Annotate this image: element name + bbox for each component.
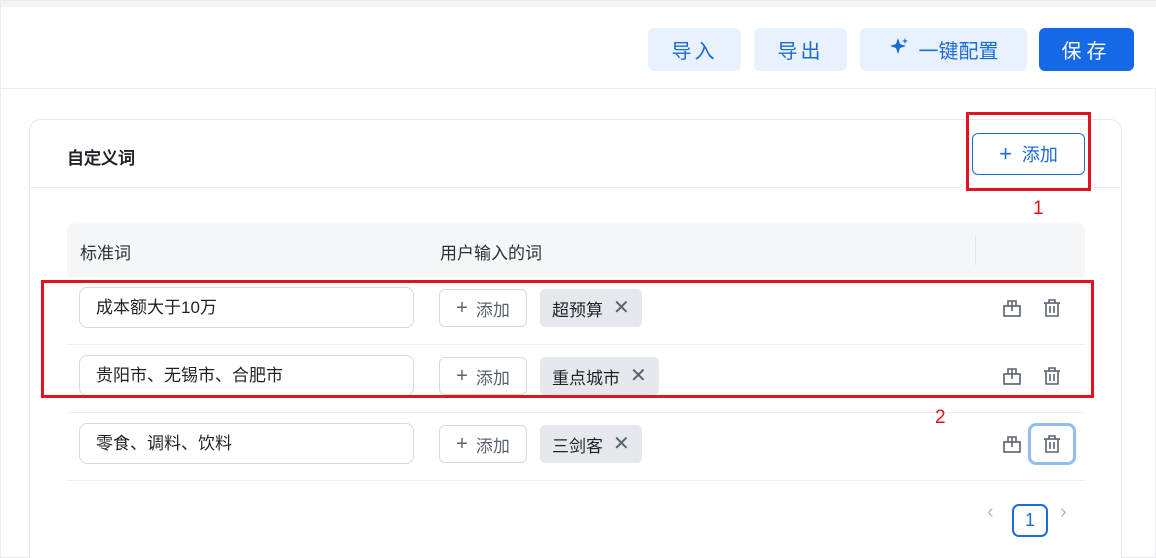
trash-icon[interactable]	[1037, 361, 1067, 391]
tag-label: 超预算	[552, 300, 603, 320]
copy-icon[interactable]	[997, 293, 1027, 323]
column-divider	[975, 235, 976, 265]
one-click-config-button[interactable]: 一键配置	[860, 28, 1027, 71]
trash-icon[interactable]	[1037, 293, 1067, 323]
add-user-word-button[interactable]: + 添加	[439, 357, 527, 395]
add-word-label: 添加	[1021, 145, 1058, 165]
standard-word-input[interactable]: 零食、调料、饮料	[79, 423, 414, 464]
column-header-user-input: 用户输入的词	[440, 244, 542, 263]
export-label: 导出	[777, 41, 824, 63]
page-number-button[interactable]: 1	[1012, 504, 1048, 537]
save-label: 保存	[1061, 41, 1112, 63]
chevron-right-icon[interactable]: ›	[1060, 501, 1067, 524]
export-button[interactable]: 导出	[754, 28, 847, 71]
tag-label: 重点城市	[552, 368, 620, 388]
add-word-button[interactable]: + 添加	[972, 133, 1085, 175]
table-header: 标准词 用户输入的词	[67, 223, 1085, 277]
close-icon[interactable]: ✕	[630, 366, 647, 386]
toolbar: 导入 导出 一键配置 保存	[1, 7, 1156, 89]
table-row: 贵阳市、无锡市、合肥市 + 添加 重点城市 ✕	[67, 345, 1085, 413]
plus-icon: +	[456, 433, 468, 455]
trash-icon[interactable]	[1028, 423, 1076, 465]
column-header-standard: 标准词	[80, 244, 131, 263]
add-user-word-label: 添加	[475, 368, 510, 388]
save-button[interactable]: 保存	[1039, 28, 1134, 71]
one-click-config-label: 一键配置	[918, 41, 999, 63]
annotation-label-1: 1	[1033, 198, 1044, 219]
card-header: 自定义词 + 添加	[30, 120, 1121, 188]
annotation-label-2: 2	[935, 407, 946, 428]
page: 导入 导出 一键配置 保存 自定义词 + 添加 标准词 用户输入的词 成本额大于…	[0, 0, 1156, 558]
table-row: 成本额大于10万 + 添加 超预算 ✕	[67, 277, 1085, 345]
section-title: 自定义词	[67, 149, 135, 168]
standard-word-input[interactable]: 贵阳市、无锡市、合肥市	[79, 355, 414, 396]
standard-word-input[interactable]: 成本额大于10万	[79, 287, 414, 328]
add-user-word-button[interactable]: + 添加	[439, 425, 527, 463]
table-row: 零食、调料、饮料 + 添加 三剑客 ✕	[67, 413, 1085, 481]
sparkle-icon	[889, 37, 909, 62]
custom-words-card: 自定义词 + 添加 标准词 用户输入的词 成本额大于10万 + 添加 超预算 ✕	[29, 119, 1122, 558]
user-word-tag: 超预算 ✕	[540, 289, 642, 327]
add-user-word-button[interactable]: + 添加	[439, 289, 527, 327]
plus-icon: +	[456, 365, 468, 387]
import-label: 导入	[671, 41, 718, 63]
add-user-word-label: 添加	[475, 436, 510, 456]
copy-icon[interactable]	[997, 429, 1027, 459]
chevron-left-icon[interactable]: ‹	[987, 501, 994, 524]
add-user-word-label: 添加	[475, 300, 510, 320]
user-word-tag: 重点城市 ✕	[540, 357, 659, 395]
plus-icon: +	[999, 141, 1012, 166]
close-icon[interactable]: ✕	[613, 298, 630, 318]
copy-icon[interactable]	[997, 361, 1027, 391]
tag-label: 三剑客	[552, 436, 603, 456]
import-button[interactable]: 导入	[648, 28, 741, 71]
plus-icon: +	[456, 297, 468, 319]
close-icon[interactable]: ✕	[613, 434, 630, 454]
user-word-tag: 三剑客 ✕	[540, 425, 642, 463]
